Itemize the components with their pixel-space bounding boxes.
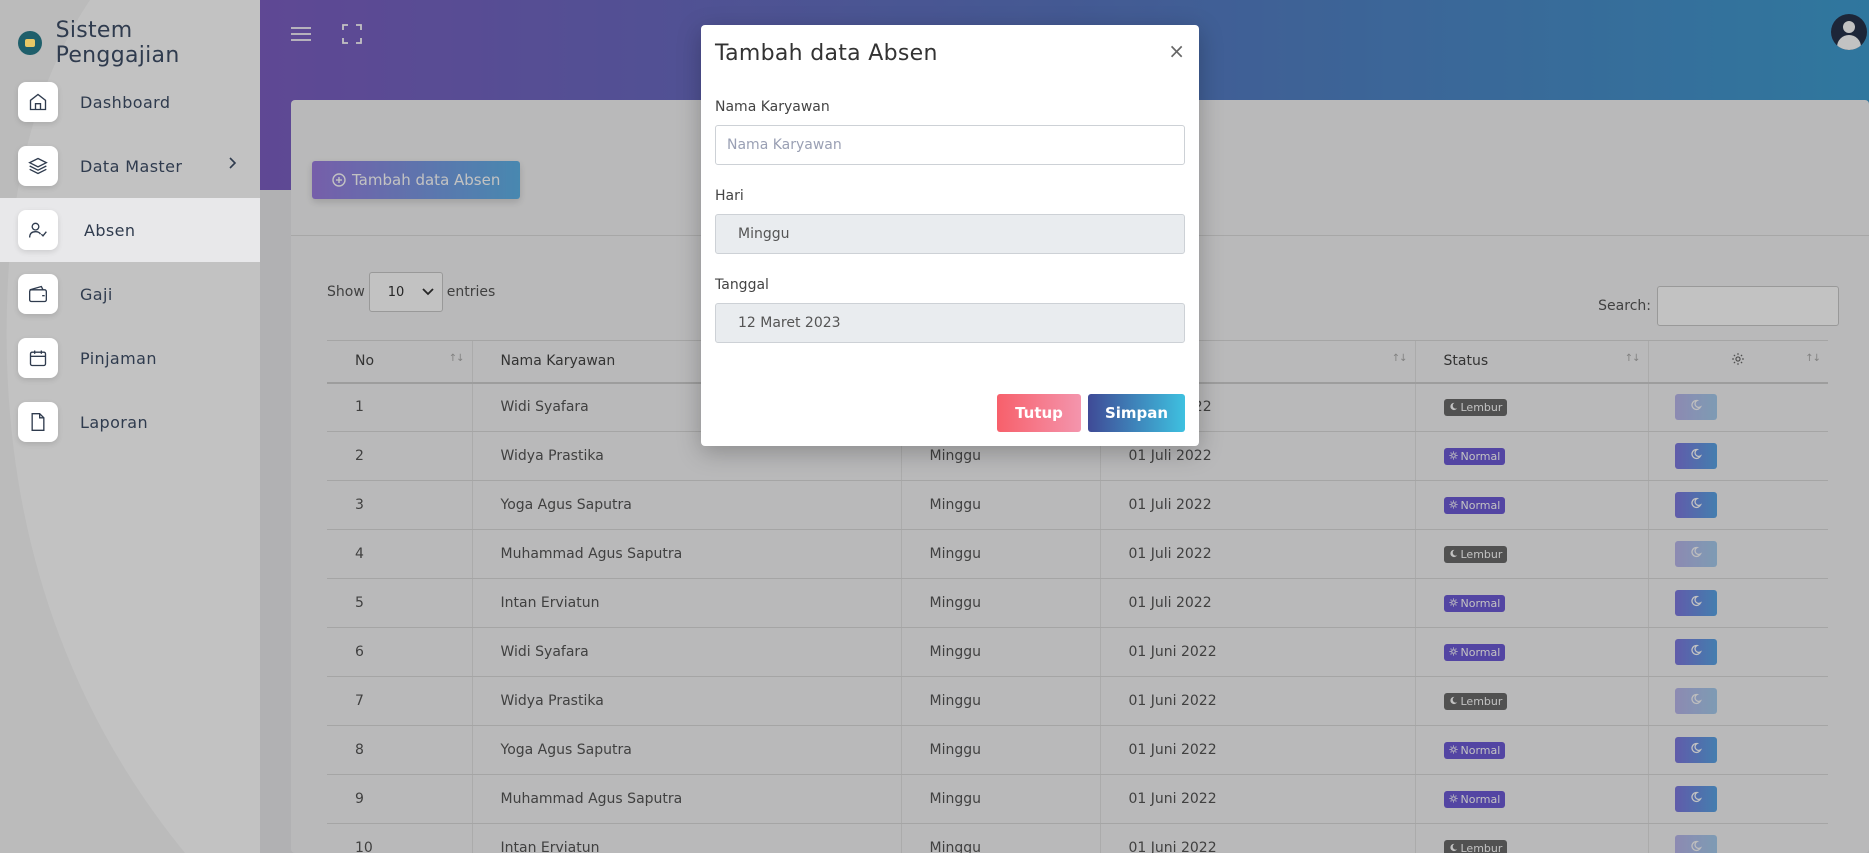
simpan-button[interactable]: Simpan: [1088, 394, 1185, 432]
add-absen-modal: Tambah data Absen × Nama Karyawan Nama K…: [701, 25, 1199, 446]
tanggal-label: Tanggal: [715, 277, 769, 293]
sidebar-item-label: Gaji: [80, 284, 113, 304]
calendar-icon: [18, 338, 58, 378]
sidebar-item-absen[interactable]: Absen: [0, 198, 260, 262]
sidebar-item-gaji[interactable]: Gaji: [0, 262, 260, 326]
sidebar-item-label: Pinjaman: [80, 348, 157, 368]
user-check-icon: [18, 210, 58, 250]
sidebar-item-label: Laporan: [80, 412, 148, 432]
file-icon: [18, 402, 58, 442]
brand-logo-icon: [18, 31, 42, 55]
hari-field: Minggu: [715, 214, 1185, 254]
sidebar-item-pinjaman[interactable]: Pinjaman: [0, 326, 260, 390]
home-icon: [18, 82, 58, 122]
close-icon[interactable]: ×: [1168, 41, 1185, 61]
brand-name: Sistem Penggajian: [55, 18, 180, 68]
sidebar-item-label: Dashboard: [80, 92, 171, 112]
sidebar-item-label: Absen: [84, 220, 136, 240]
sidebar-nav: Dashboard Data Master Absen Gaji Pinjama…: [0, 70, 260, 454]
nama-karyawan-label: Nama Karyawan: [715, 99, 830, 115]
hari-label: Hari: [715, 188, 744, 204]
brand[interactable]: Sistem Penggajian: [18, 18, 260, 68]
nama-karyawan-input[interactable]: Nama Karyawan: [715, 125, 1185, 165]
layers-icon: [18, 146, 58, 186]
sidebar-item-dashboard[interactable]: Dashboard: [0, 70, 260, 134]
sidebar-item-label: Data Master: [80, 156, 183, 176]
sidebar-item-laporan[interactable]: Laporan: [0, 390, 260, 454]
chevron-right-icon: [229, 157, 237, 169]
tutup-button[interactable]: Tutup: [997, 394, 1081, 432]
modal-title: Tambah data Absen: [715, 41, 938, 66]
wallet-icon: [18, 274, 58, 314]
tanggal-field: 12 Maret 2023: [715, 303, 1185, 343]
sidebar-item-data-master[interactable]: Data Master: [0, 134, 260, 198]
